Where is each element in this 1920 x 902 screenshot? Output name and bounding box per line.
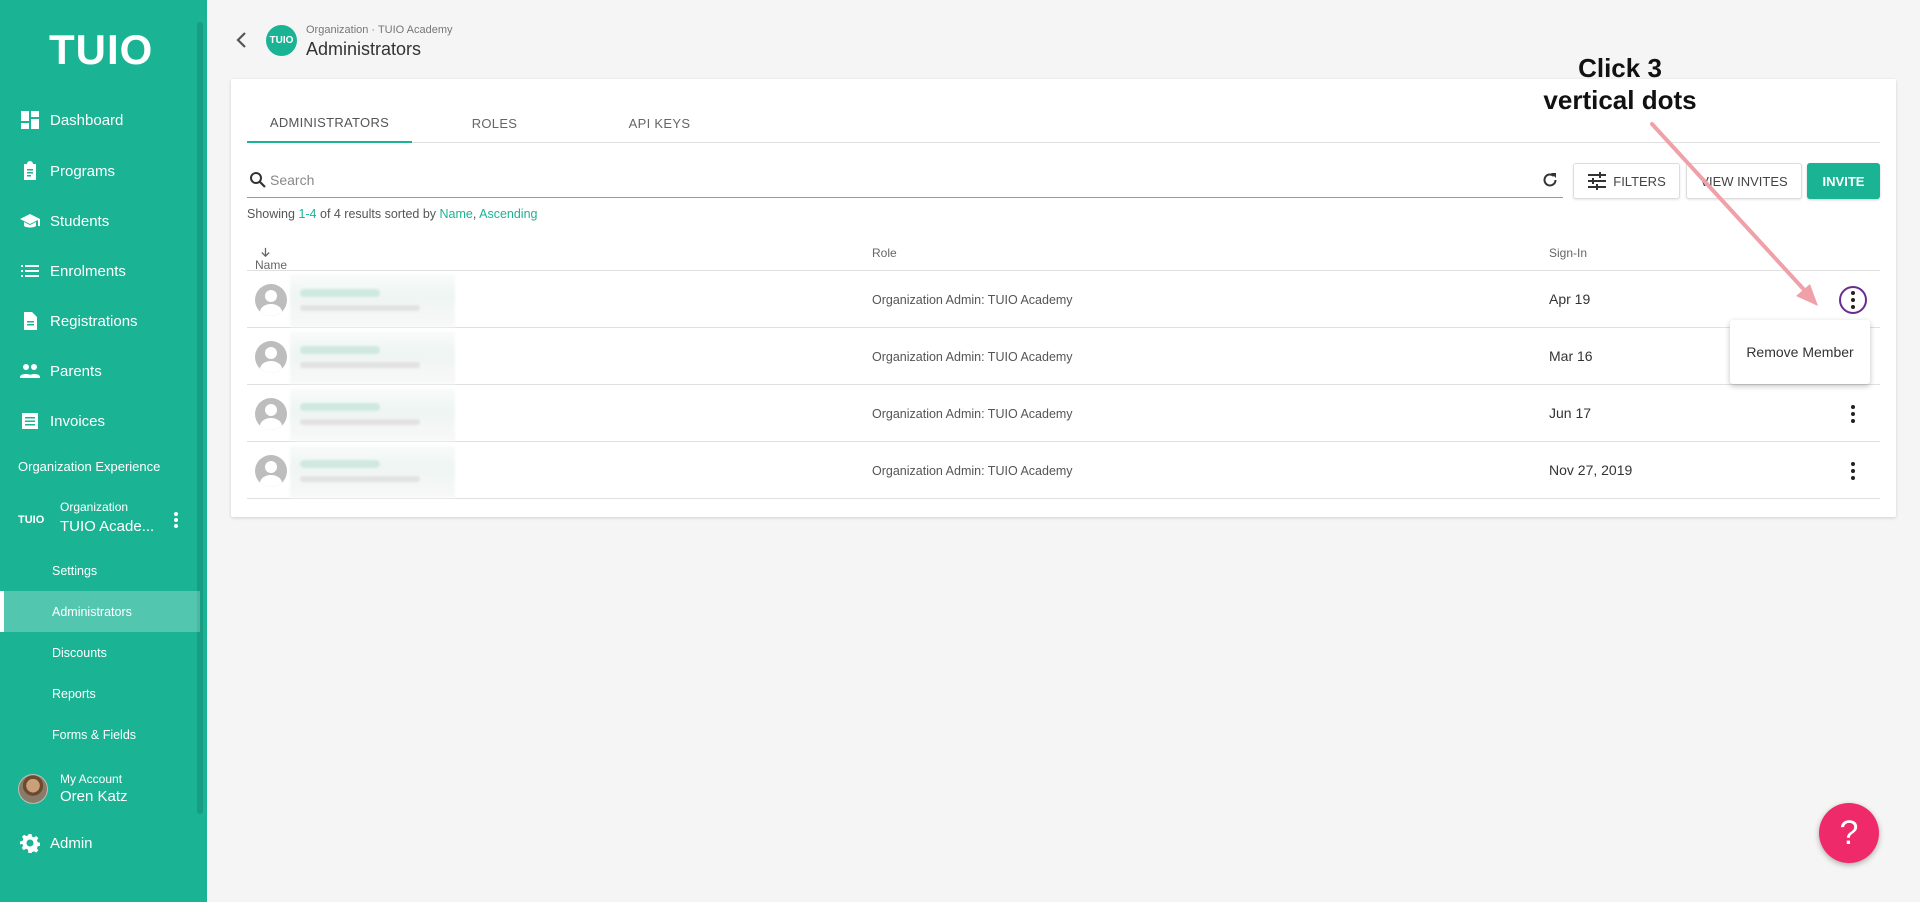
- clipboard-icon: [20, 161, 40, 181]
- row-signin: Jun 17: [1549, 405, 1592, 421]
- help-button[interactable]: ?: [1819, 803, 1879, 863]
- table-row[interactable]: Organization Admin: TUIO Academy Jun 17: [247, 385, 1880, 442]
- tab-api-keys[interactable]: API KEYS: [577, 103, 742, 143]
- row-signin: Nov 27, 2019: [1549, 462, 1633, 478]
- administrators-card: ADMINISTRATORS ROLES API KEYS Search FIL…: [231, 79, 1896, 517]
- redacted-name: [290, 389, 455, 441]
- tutorial-callout: Click 3 vertical dots: [1510, 52, 1730, 116]
- row-role: Organization Admin: TUIO Academy: [872, 407, 1073, 421]
- people-icon: [20, 361, 40, 381]
- callout-line-1: Click 3: [1578, 53, 1662, 83]
- invite-button[interactable]: INVITE: [1807, 163, 1880, 199]
- results-middle: of 4 results sorted by: [316, 207, 440, 221]
- redacted-name: [290, 275, 455, 327]
- table-row[interactable]: Organization Admin: TUIO Academy Nov 27,…: [247, 442, 1880, 499]
- filters-label: FILTERS: [1613, 173, 1666, 189]
- user-avatar-icon: [255, 341, 287, 373]
- redacted-name: [290, 332, 455, 384]
- table-header: Name Role Sign-In: [247, 234, 1880, 272]
- nav-registrations[interactable]: Registrations: [0, 299, 200, 343]
- column-name[interactable]: Name: [255, 246, 287, 272]
- nav-label: Programs: [50, 162, 116, 180]
- row-role: Organization Admin: TUIO Academy: [872, 293, 1073, 307]
- dashboard-icon: [20, 110, 40, 130]
- back-arrow-icon[interactable]: [234, 30, 250, 50]
- user-avatar-icon: [255, 398, 287, 430]
- nav-label: Enrolments: [50, 262, 126, 280]
- list-icon: [20, 261, 40, 281]
- nav-invoices[interactable]: Invoices: [0, 399, 200, 443]
- subnav-reports[interactable]: Reports: [0, 673, 200, 714]
- account-name: Oren Katz: [60, 788, 128, 805]
- results-range[interactable]: 1-4: [298, 207, 316, 221]
- nav-admin[interactable]: Admin: [0, 821, 200, 865]
- org-logo: TUIO: [18, 514, 45, 526]
- page-title: Administrators: [306, 39, 422, 59]
- sidebar: TUIO Dashboard Programs Students Enrolme…: [0, 0, 207, 902]
- refresh-icon[interactable]: [1541, 171, 1559, 189]
- row-role: Organization Admin: TUIO Academy: [872, 464, 1073, 478]
- row-role: Organization Admin: TUIO Academy: [872, 350, 1073, 364]
- subnav-settings[interactable]: Settings: [0, 550, 200, 591]
- row-signin: Apr 19: [1549, 291, 1591, 307]
- section-label: Organization Experience: [18, 459, 161, 474]
- subnav-forms-fields[interactable]: Forms & Fields: [0, 714, 200, 755]
- gear-icon: [20, 833, 40, 853]
- org-caption: Organization: [60, 500, 129, 514]
- tuio-logo[interactable]: TUIO: [49, 26, 153, 74]
- user-avatar-icon: [255, 455, 287, 487]
- nav-label: Admin: [50, 834, 93, 852]
- invoice-icon: [20, 411, 40, 431]
- remove-member-menu-item[interactable]: Remove Member: [1730, 320, 1870, 384]
- nav-label: Students: [50, 212, 110, 230]
- table-row[interactable]: Organization Admin: TUIO Academy Apr 19: [247, 271, 1880, 328]
- callout-line-2: vertical dots: [1543, 85, 1697, 115]
- org-switcher[interactable]: TUIO Organization TUIO Acade...: [18, 500, 188, 540]
- results-prefix: Showing: [247, 207, 299, 221]
- account-caption: My Account: [60, 772, 123, 786]
- filters-button[interactable]: FILTERS: [1573, 163, 1680, 199]
- tab-roles[interactable]: ROLES: [412, 103, 577, 143]
- my-account[interactable]: My Account Oren Katz: [18, 770, 198, 810]
- nav-label: Invoices: [50, 412, 106, 430]
- nav-parents[interactable]: Parents: [0, 349, 200, 393]
- search-placeholder: Search: [270, 172, 315, 188]
- more-vert-icon[interactable]: [1839, 457, 1867, 485]
- nav-label: Dashboard: [50, 111, 124, 129]
- search-icon: [250, 172, 266, 188]
- tab-administrators[interactable]: ADMINISTRATORS: [247, 103, 412, 143]
- view-invites-button[interactable]: VIEW INVITES: [1686, 163, 1802, 199]
- org-avatar: TUIO: [266, 25, 297, 56]
- document-icon: [20, 311, 40, 331]
- sort-direction[interactable]: Ascending: [479, 207, 537, 221]
- more-vert-icon[interactable]: [1839, 286, 1867, 314]
- subnav-discounts[interactable]: Discounts: [0, 632, 200, 673]
- results-summary: Showing 1-4 of 4 results sorted by Name,…: [247, 207, 537, 221]
- table-row[interactable]: Organization Admin: TUIO Academy Mar 16: [247, 328, 1880, 385]
- row-signin: Mar 16: [1549, 348, 1593, 364]
- more-vert-icon[interactable]: [170, 510, 182, 530]
- nav-students[interactable]: Students: [0, 199, 200, 243]
- user-avatar-icon: [255, 284, 287, 316]
- nav-programs[interactable]: Programs: [0, 149, 200, 193]
- org-name: TUIO Acade...: [60, 518, 155, 535]
- avatar: [18, 774, 48, 804]
- subnav-administrators[interactable]: Administrators: [0, 591, 200, 632]
- nav-dashboard[interactable]: Dashboard: [0, 98, 200, 142]
- sliders-icon: [1588, 172, 1607, 190]
- graduation-cap-icon: [20, 211, 40, 231]
- nav-enrolments[interactable]: Enrolments: [0, 249, 200, 293]
- sort-field[interactable]: Name: [440, 207, 473, 221]
- column-role[interactable]: Role: [872, 246, 897, 260]
- breadcrumb: Organization · TUIO Academy: [306, 24, 453, 36]
- more-vert-icon[interactable]: [1839, 400, 1867, 428]
- column-name-label: Name: [255, 258, 288, 272]
- column-signin[interactable]: Sign-In: [1549, 246, 1587, 260]
- redacted-name: [290, 446, 455, 498]
- search-input[interactable]: Search: [247, 164, 1563, 198]
- nav-label: Registrations: [50, 312, 138, 330]
- nav-label: Parents: [50, 362, 102, 380]
- arrow-down-icon: [261, 247, 270, 258]
